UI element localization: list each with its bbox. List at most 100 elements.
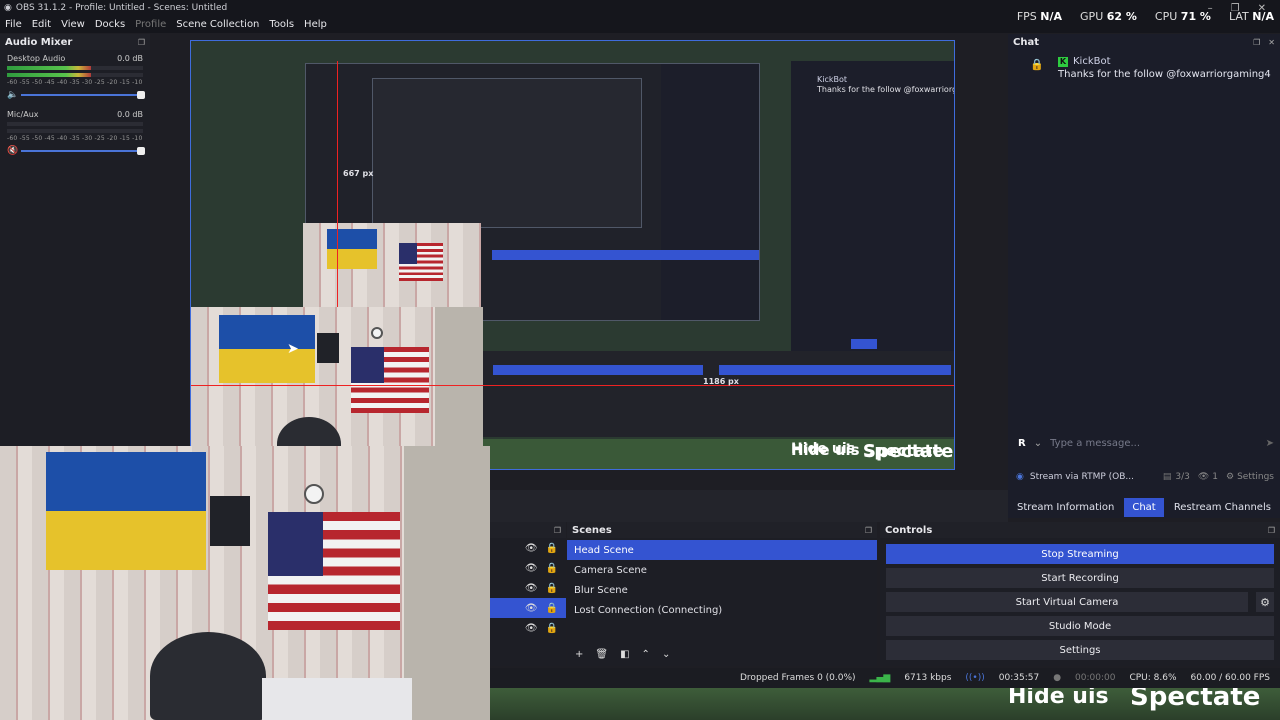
fps-stat: FPS N/A	[1016, 10, 1063, 23]
undock-icon[interactable]: ❐	[554, 526, 561, 535]
usa-flag	[268, 512, 400, 630]
lock-icon[interactable]: 🔒	[546, 623, 558, 634]
track-level: 0.0 dB	[117, 110, 143, 119]
viewer-count: 1	[1212, 472, 1218, 482]
nested-stop-streaming	[492, 250, 759, 260]
sources-dock: ❐ 👁 🔒 👁 🔒 👁 🔒 👁 🔒 👁 🔒	[490, 522, 566, 666]
eye-icon[interactable]: 👁	[525, 603, 538, 614]
track-name: Mic/Aux	[7, 110, 39, 119]
menu-help[interactable]: Help	[299, 19, 332, 30]
obs-logo-icon: ◉	[4, 3, 12, 13]
menu-scene-collection[interactable]: Scene Collection	[171, 19, 264, 30]
user-avatar[interactable]: R	[1018, 438, 1026, 449]
preview-canvas[interactable]: KickBot Thanks for the follow @foxwarrio…	[190, 40, 955, 470]
slider-handle[interactable]	[137, 91, 145, 99]
volume-slider[interactable]	[21, 147, 145, 155]
audio-mixer-header: Audio Mixer ❐	[0, 34, 150, 50]
chevron-down-icon[interactable]: ⌄	[1034, 438, 1042, 449]
menu-edit[interactable]: Edit	[27, 19, 56, 30]
chair	[150, 632, 266, 720]
lock-icon[interactable]: 🔒	[546, 563, 558, 574]
wall-clock	[304, 484, 324, 504]
start-recording-button[interactable]: Start Recording	[886, 568, 1274, 588]
nested-chat-panel: KickBot Thanks for the follow @foxwarrio…	[791, 61, 954, 351]
studio-mode-button[interactable]: Studio Mode	[886, 616, 1274, 636]
send-icon[interactable]: ➤	[1266, 438, 1274, 449]
stop-streaming-button[interactable]: Stop Streaming	[886, 544, 1274, 564]
window-title: OBS 31.1.2 - Profile: Untitled - Scenes:…	[15, 3, 228, 13]
chat-input[interactable]: Type a message...	[1050, 438, 1258, 449]
lock-icon[interactable]: 🔒	[546, 603, 558, 614]
sources-header: ❐	[490, 522, 566, 538]
lat-stat: LAT N/A	[1228, 10, 1274, 23]
preview-overlay-hide: Hide uis	[791, 441, 860, 459]
tab-restream-channels[interactable]: Restream Channels	[1166, 498, 1279, 517]
eye-icon[interactable]: 👁	[525, 583, 538, 594]
source-row[interactable]: 👁 🔒	[490, 538, 566, 558]
chat-title: Chat	[1013, 36, 1039, 48]
undock-icon[interactable]: ❐	[1253, 38, 1260, 47]
chat-bubble-icon: ▤	[1162, 472, 1172, 482]
slider-handle[interactable]	[137, 147, 145, 155]
lock-icon[interactable]: 🔒	[546, 583, 558, 594]
chat-settings-link[interactable]: Settings	[1237, 472, 1274, 482]
menu-view[interactable]: View	[56, 19, 90, 30]
scene-item-camera-scene[interactable]: Camera Scene	[567, 560, 877, 580]
undock-icon[interactable]: ❐	[138, 38, 145, 47]
scenes-toolbar: + 🗑 ◧ ⌃ ⌄	[575, 649, 670, 660]
tab-stream-information[interactable]: Stream Information	[1009, 498, 1122, 517]
scene-item-blur-scene[interactable]: Blur Scene	[567, 580, 877, 600]
eye-icon[interactable]: 👁	[525, 623, 538, 634]
settings-button[interactable]: Settings	[886, 640, 1274, 660]
preview-overlay-spectate: Spectate	[863, 441, 954, 462]
undock-icon[interactable]: ❐	[1268, 526, 1275, 535]
scene-item-lost-connection[interactable]: Lost Connection (Connecting)	[567, 600, 877, 620]
kick-logo-icon: K	[1058, 56, 1068, 67]
webcam-feed	[0, 446, 490, 720]
menu-docks[interactable]: Docks	[90, 19, 130, 30]
menu-profile[interactable]: Profile	[130, 19, 171, 30]
fps-readout: 60.00 / 60.00 FPS	[1190, 673, 1270, 683]
menu-file[interactable]: File	[0, 19, 27, 30]
eye-icon[interactable]: 👁	[525, 563, 538, 574]
filter-icon[interactable]: ◧	[620, 649, 629, 660]
tab-chat[interactable]: Chat	[1124, 497, 1164, 517]
move-down-icon[interactable]: ⌄	[662, 649, 670, 660]
guide-line-horizontal	[191, 385, 954, 386]
trash-icon[interactable]: 🗑	[595, 649, 608, 660]
scene-item-head-scene[interactable]: Head Scene	[567, 540, 877, 560]
nested-docks	[483, 351, 954, 437]
record-time: 00:00:00	[1075, 673, 1116, 683]
restream-icon: ◉	[1016, 472, 1024, 482]
track-level: 0.0 dB	[117, 54, 143, 63]
scenes-header: Scenes ❐	[567, 522, 877, 538]
source-row[interactable]: 👁 🔒	[490, 618, 566, 638]
audio-mixer-dock: Audio Mixer ❐ Desktop Audio 0.0 dB -60 -…	[0, 34, 150, 446]
mouse-cursor-icon: ➤	[287, 341, 299, 357]
gear-icon[interactable]: ⚙	[1226, 472, 1234, 482]
source-row[interactable]: 👁 🔒	[490, 558, 566, 578]
dropped-frames: Dropped Frames 0 (0.0%)	[740, 673, 856, 683]
undock-icon[interactable]: ❐	[865, 526, 872, 535]
measure-vertical-label: 667 px	[343, 169, 374, 178]
volume-slider[interactable]	[21, 91, 145, 99]
bandana	[210, 496, 250, 546]
close-icon[interactable]: ✕	[1268, 38, 1275, 47]
signal-icon: ▂▄▆	[869, 673, 891, 683]
audio-mixer-title: Audio Mixer	[5, 36, 73, 48]
lock-icon[interactable]: 🔒	[546, 543, 558, 554]
scenes-dock: Scenes ❐ Head Scene Camera Scene Blur Sc…	[567, 522, 877, 666]
menu-tools[interactable]: Tools	[264, 19, 299, 30]
start-virtual-camera-button[interactable]: Start Virtual Camera	[886, 592, 1248, 612]
move-up-icon[interactable]: ⌃	[642, 649, 650, 660]
source-row-selected[interactable]: 👁 🔒	[490, 598, 566, 618]
virtual-camera-settings-gear-icon[interactable]: ⚙	[1256, 592, 1274, 612]
source-row[interactable]: 👁 🔒	[490, 578, 566, 598]
cpu-stat: CPU 71 %	[1154, 10, 1211, 23]
speaker-icon[interactable]: 🔈	[7, 90, 18, 100]
muted-speaker-icon[interactable]: 🔇	[7, 146, 18, 156]
eye-icon[interactable]: 👁	[525, 543, 538, 554]
overlay-hide-uis: Hide uis	[1008, 688, 1109, 709]
add-icon[interactable]: +	[575, 649, 583, 660]
status-bar: Dropped Frames 0 (0.0%) ▂▄▆ 6713 kbps ((…	[490, 668, 1280, 688]
